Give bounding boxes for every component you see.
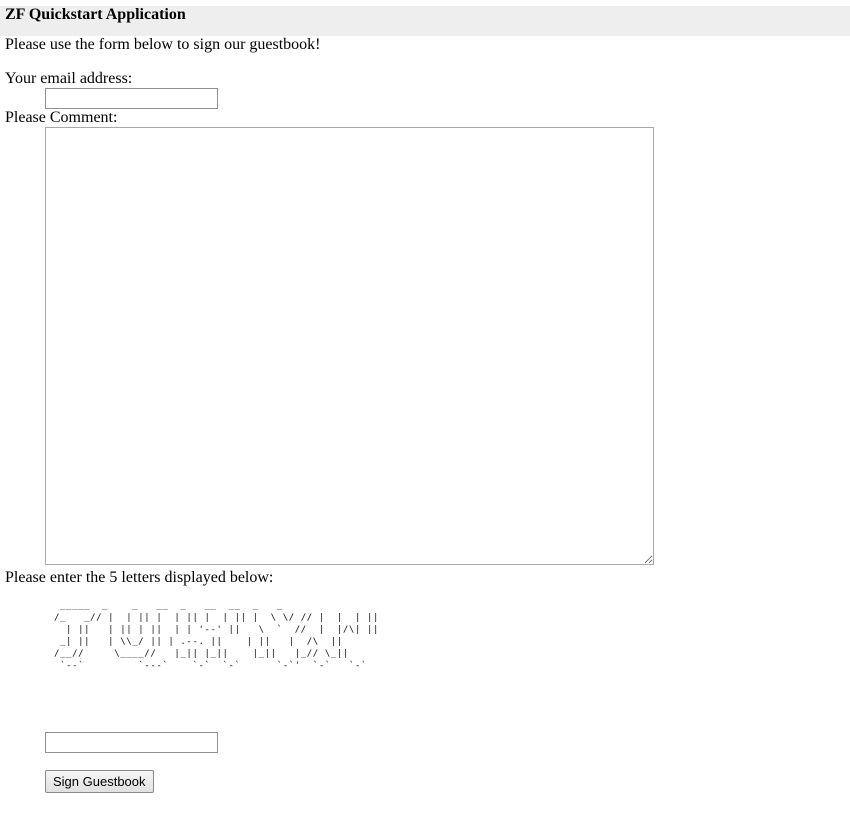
sign-guestbook-button[interactable]: Sign Guestbook (45, 770, 154, 793)
captcha-ascii-art: _____ _ _ __ _ __ __ _ _ /_ _// | | || |… (54, 601, 380, 671)
page-header: ZF Quickstart Application (0, 6, 850, 36)
comment-textarea[interactable] (45, 127, 654, 565)
email-label: Your email address: (5, 70, 133, 87)
email-input[interactable] (45, 88, 218, 109)
captcha-label: Please enter the 5 letters displayed bel… (5, 569, 274, 586)
captcha-input[interactable] (45, 732, 218, 753)
form-intro-text: Please use the form below to sign our gu… (5, 36, 321, 53)
page-title: ZF Quickstart Application (5, 6, 186, 23)
comment-label: Please Comment: (5, 109, 118, 126)
